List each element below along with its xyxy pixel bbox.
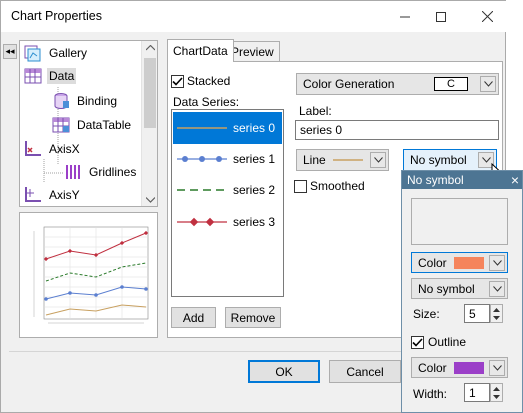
checkmark-icon [412, 337, 423, 347]
gallery-icon [24, 45, 41, 62]
cancel-button[interactable]: Cancel [329, 360, 401, 383]
window-title: Chart Properties [11, 9, 103, 23]
chevron-down-icon [492, 259, 502, 266]
settings-tree[interactable]: Gallery Data Binding DataTable AxisX Gri… [19, 40, 158, 207]
smoothed-checkbox[interactable]: Smoothed [294, 179, 365, 193]
symbol-color-combo[interactable]: Color [411, 252, 508, 273]
gridlines-icon [66, 165, 80, 179]
symbol-type-combo[interactable]: No symbol [411, 278, 508, 299]
color-generation-dropdown[interactable] [480, 76, 496, 92]
tree-scrollbar[interactable] [141, 41, 157, 206]
maximize-icon [436, 11, 446, 22]
chart-preview-thumbnail [19, 212, 158, 338]
series-0-swatch [177, 127, 227, 129]
maximize-button[interactable] [421, 1, 461, 32]
tree-item-axisx[interactable]: AxisX [24, 140, 82, 158]
minimize-button[interactable] [385, 1, 425, 32]
series-label-input[interactable] [295, 120, 499, 140]
axisy-icon [25, 187, 41, 202]
color-generation-preview: C [434, 77, 468, 91]
datatable-icon [52, 117, 70, 133]
series-1-swatch [177, 156, 227, 162]
symbol-preview [411, 198, 508, 245]
popup-title: No symbol [407, 173, 464, 187]
data-series-label: Data Series: [173, 95, 240, 109]
popup-close-icon[interactable]: × [507, 172, 523, 188]
stepper-up-icon[interactable] [493, 387, 500, 391]
line-style-combo[interactable]: Line [296, 149, 389, 171]
size-label: Size: [413, 307, 440, 321]
symbol-popup: No symbol × Color No symbol Size: Outlin… [401, 170, 523, 413]
chevron-down-icon [492, 364, 502, 371]
ok-button[interactable]: OK [248, 360, 320, 383]
tree-item-gridlines[interactable]: Gridlines [64, 163, 138, 181]
series-item-0[interactable]: series 0 [173, 112, 282, 144]
width-stepper[interactable] [490, 383, 503, 402]
outline-checkbox-box[interactable] [411, 335, 424, 349]
outline-color-swatch [454, 361, 484, 374]
scroll-down-icon[interactable] [146, 197, 155, 203]
checkmark-icon [172, 76, 183, 86]
tree-item-data[interactable]: Data [24, 67, 77, 85]
tree-item-axisy[interactable]: AxisY [24, 186, 82, 204]
remove-series-button[interactable]: Remove [225, 307, 281, 328]
outline-checkbox[interactable]: Outline [411, 335, 466, 349]
size-input[interactable] [464, 304, 490, 323]
stepper-down-icon[interactable] [493, 395, 500, 399]
close-icon [481, 11, 493, 22]
label-caption: Label: [299, 104, 332, 118]
tree-scroll-thumb[interactable] [144, 58, 156, 128]
collapse-icon: ◂◂ [5, 46, 15, 56]
chevron-down-icon [373, 157, 383, 163]
tab-chartdata[interactable]: ChartData [167, 39, 234, 62]
data-icon [24, 68, 42, 84]
series-2-swatch [177, 189, 227, 191]
add-series-button[interactable]: Add [171, 307, 216, 328]
stacked-checkbox-box[interactable] [171, 74, 184, 88]
symbol-color-swatch [454, 256, 484, 269]
width-input[interactable] [464, 383, 490, 402]
smoothed-checkbox-box[interactable] [294, 179, 307, 193]
series-3-swatch [177, 217, 227, 227]
minimize-icon [400, 16, 410, 17]
symbol-type-dropdown[interactable] [489, 280, 505, 297]
line-style-dropdown[interactable] [370, 152, 386, 168]
symbol-combo[interactable]: No symbol [403, 149, 497, 171]
chevron-down-icon [481, 157, 491, 163]
binding-icon [54, 93, 69, 109]
title-bar: Chart Properties [1, 1, 506, 32]
outline-color-dropdown[interactable] [489, 359, 505, 376]
series-item-1[interactable]: series 1 [173, 143, 282, 175]
series-item-2[interactable]: series 2 [173, 174, 282, 206]
chevron-down-icon [483, 81, 493, 87]
color-generation-combo[interactable]: Color Generation C [296, 73, 499, 95]
outline-color-combo[interactable]: Color [411, 357, 508, 378]
size-stepper[interactable] [490, 304, 503, 323]
popup-title-bar: No symbol [402, 171, 522, 189]
tree-item-datatable[interactable]: DataTable [52, 116, 133, 134]
stacked-checkbox[interactable]: Stacked [171, 74, 230, 88]
axisx-icon [25, 141, 41, 156]
preview-chart-image [33, 226, 149, 324]
line-style-swatch [333, 159, 363, 161]
stepper-down-icon[interactable] [493, 316, 500, 320]
close-button[interactable] [467, 1, 507, 32]
tree-item-binding[interactable]: Binding [52, 92, 119, 110]
series-item-3[interactable]: series 3 [173, 206, 282, 238]
scroll-up-icon[interactable] [146, 45, 155, 51]
chevron-down-icon [492, 285, 502, 292]
symbol-color-dropdown[interactable] [489, 254, 505, 271]
collapse-sidebar-button[interactable]: ◂◂ [3, 44, 17, 59]
width-label: Width: [413, 387, 448, 401]
stepper-up-icon[interactable] [493, 308, 500, 312]
tree-item-gallery[interactable]: Gallery [24, 44, 89, 62]
